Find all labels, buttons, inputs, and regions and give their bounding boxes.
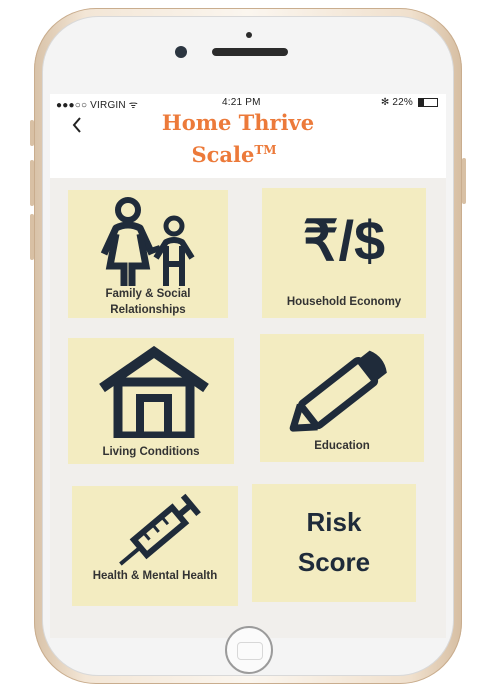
currency-icon: ₹/$ bbox=[302, 209, 386, 272]
volume-up-button bbox=[30, 160, 34, 206]
proximity-sensor bbox=[246, 32, 252, 38]
power-button bbox=[462, 158, 466, 204]
battery-status: ✻ 22% bbox=[381, 97, 438, 108]
tile-education[interactable]: Education bbox=[260, 334, 424, 462]
tile-label: Living Conditions bbox=[102, 446, 200, 458]
tile-health[interactable]: Health & Mental Health bbox=[72, 486, 238, 606]
status-bar: ●●●○○ VIRGIN ᯤ 4:21 PM ✻ 22% bbox=[50, 94, 446, 111]
syringe-icon bbox=[119, 493, 201, 566]
family-icon bbox=[100, 197, 195, 286]
page-title-line2: ScaleTM bbox=[50, 137, 432, 168]
page-title: Home Thrive bbox=[161, 110, 315, 135]
tile-label: Health & Mental Health bbox=[92, 570, 218, 582]
battery-percent: ✻ 22% bbox=[380, 97, 414, 108]
title-word: Scale bbox=[191, 142, 255, 167]
tile-label: Household Economy bbox=[286, 296, 402, 308]
battery-icon bbox=[418, 97, 438, 107]
pencil-icon bbox=[289, 350, 387, 432]
status-time: 4:21 PM bbox=[222, 97, 261, 108]
earpiece-speaker bbox=[212, 48, 288, 56]
front-camera bbox=[175, 46, 187, 58]
trademark-mark: TM bbox=[254, 143, 277, 157]
score-label: Score bbox=[297, 547, 371, 577]
tile-household-economy[interactable]: ₹/$ Household Economy bbox=[262, 188, 426, 318]
tile-label: Education bbox=[314, 440, 370, 452]
app-screen: ●●●○○ VIRGIN ᯤ 4:21 PM ✻ 22% Home Thrive… bbox=[50, 94, 446, 638]
carrier-signal: ●●●○○ VIRGIN ᯤ bbox=[56, 100, 139, 111]
tile-risk-score[interactable]: Risk Score bbox=[252, 484, 416, 602]
volume-down-button bbox=[30, 214, 34, 260]
house-icon bbox=[99, 346, 209, 438]
tile-family-social[interactable]: Family & Social Relationships bbox=[68, 190, 228, 318]
mute-switch bbox=[30, 120, 34, 146]
risk-label: Risk bbox=[306, 507, 362, 537]
tile-label: Family & Social Relationships bbox=[105, 288, 191, 316]
app-header: Home Thrive ScaleTM bbox=[50, 110, 446, 178]
home-button[interactable] bbox=[225, 626, 273, 674]
tile-living-conditions[interactable]: Living Conditions bbox=[68, 338, 234, 464]
